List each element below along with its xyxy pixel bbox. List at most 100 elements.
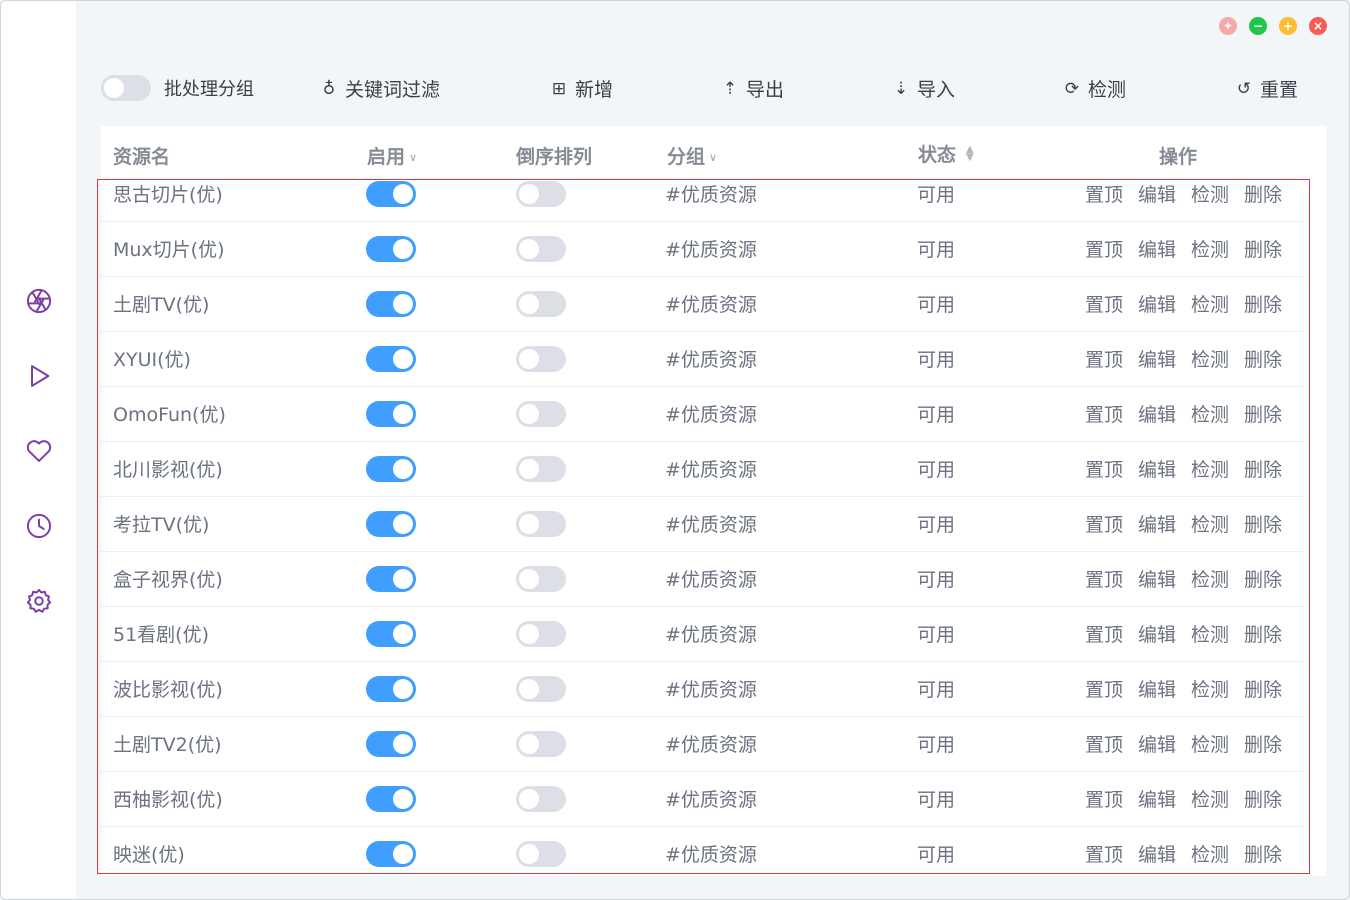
pin-top-button[interactable]: 置顶: [1085, 400, 1123, 427]
header-group[interactable]: 分组 ∨: [667, 142, 717, 169]
delete-button[interactable]: 删除: [1244, 785, 1282, 812]
delete-button[interactable]: 删除: [1244, 675, 1282, 702]
check-row-button[interactable]: 检测: [1191, 730, 1229, 757]
enabled-switch[interactable]: [366, 840, 416, 867]
enabled-switch[interactable]: [366, 730, 416, 757]
delete-button[interactable]: 删除: [1244, 290, 1282, 317]
sort-icon[interactable]: ▲ ▼: [966, 144, 974, 162]
keyword-filter-button[interactable]: ♁ 关键词过滤: [319, 75, 440, 102]
reverse-switch[interactable]: [516, 565, 566, 592]
edit-button[interactable]: 编辑: [1138, 620, 1176, 647]
batch-group-toggle[interactable]: 批处理分组: [101, 75, 254, 101]
delete-button[interactable]: 删除: [1244, 345, 1282, 372]
check-row-button[interactable]: 检测: [1191, 345, 1229, 372]
enabled-switch[interactable]: [366, 510, 416, 537]
check-row-button[interactable]: 检测: [1191, 840, 1229, 867]
edit-button[interactable]: 编辑: [1138, 345, 1176, 372]
reverse-switch[interactable]: [516, 730, 566, 757]
enabled-switch[interactable]: [366, 620, 416, 647]
check-row-button[interactable]: 检测: [1191, 180, 1229, 207]
reverse-switch[interactable]: [516, 235, 566, 262]
edit-button[interactable]: 编辑: [1138, 290, 1176, 317]
aperture-icon[interactable]: [25, 287, 53, 315]
pin-top-button[interactable]: 置顶: [1085, 785, 1123, 812]
delete-button[interactable]: 删除: [1244, 180, 1282, 207]
enabled-switch[interactable]: [366, 180, 416, 207]
reverse-switch[interactable]: [516, 400, 566, 427]
reverse-switch[interactable]: [516, 510, 566, 537]
edit-button[interactable]: 编辑: [1138, 730, 1176, 757]
edit-button[interactable]: 编辑: [1138, 180, 1176, 207]
pin-top-button[interactable]: 置顶: [1085, 840, 1123, 867]
pin-top-button[interactable]: 置顶: [1085, 235, 1123, 262]
delete-button[interactable]: 删除: [1244, 235, 1282, 262]
reverse-switch[interactable]: [516, 675, 566, 702]
pin-top-button[interactable]: 置顶: [1085, 675, 1123, 702]
reverse-switch[interactable]: [516, 840, 566, 867]
enabled-switch[interactable]: [366, 235, 416, 262]
play-icon[interactable]: [25, 362, 53, 390]
import-button[interactable]: ⇣ 导入: [891, 75, 955, 102]
delete-button[interactable]: 删除: [1244, 730, 1282, 757]
enabled-switch[interactable]: [366, 785, 416, 812]
batch-switch[interactable]: [101, 75, 151, 101]
heart-icon[interactable]: [25, 437, 53, 465]
check-row-button[interactable]: 检测: [1191, 510, 1229, 537]
edit-button[interactable]: 编辑: [1138, 510, 1176, 537]
enabled-switch[interactable]: [366, 345, 416, 372]
pin-top-button[interactable]: 置顶: [1085, 345, 1123, 372]
reverse-switch[interactable]: [516, 180, 566, 207]
close-icon[interactable]: ×: [1309, 17, 1327, 35]
enabled-switch[interactable]: [366, 455, 416, 482]
delete-button[interactable]: 删除: [1244, 455, 1282, 482]
check-row-button[interactable]: 检测: [1191, 455, 1229, 482]
add-button[interactable]: ⊞ 新增: [549, 75, 613, 102]
check-row-button[interactable]: 检测: [1191, 235, 1229, 262]
pin-top-button[interactable]: 置顶: [1085, 455, 1123, 482]
check-row-button[interactable]: 检测: [1191, 400, 1229, 427]
maximize-icon[interactable]: +: [1279, 17, 1297, 35]
check-row-button[interactable]: 检测: [1191, 565, 1229, 592]
pin-top-button[interactable]: 置顶: [1085, 730, 1123, 757]
pin-top-button[interactable]: 置顶: [1085, 510, 1123, 537]
delete-button[interactable]: 删除: [1244, 510, 1282, 537]
minimize-icon[interactable]: −: [1249, 17, 1267, 35]
delete-button[interactable]: 删除: [1244, 400, 1282, 427]
enabled-switch[interactable]: [366, 400, 416, 427]
edit-button[interactable]: 编辑: [1138, 235, 1176, 262]
enabled-switch[interactable]: [366, 675, 416, 702]
reverse-switch[interactable]: [516, 455, 566, 482]
edit-button[interactable]: 编辑: [1138, 400, 1176, 427]
check-row-button[interactable]: 检测: [1191, 290, 1229, 317]
edit-button[interactable]: 编辑: [1138, 455, 1176, 482]
check-row-button[interactable]: 检测: [1191, 785, 1229, 812]
reverse-switch[interactable]: [516, 785, 566, 812]
clock-icon[interactable]: [25, 512, 53, 540]
reverse-switch[interactable]: [516, 345, 566, 372]
export-button[interactable]: ⇡ 导出: [720, 75, 784, 102]
check-row-button[interactable]: 检测: [1191, 675, 1229, 702]
edit-button[interactable]: 编辑: [1138, 565, 1176, 592]
pin-top-button[interactable]: 置顶: [1085, 620, 1123, 647]
edit-button[interactable]: 编辑: [1138, 840, 1176, 867]
reverse-switch[interactable]: [516, 620, 566, 647]
enabled-switch[interactable]: [366, 290, 416, 317]
edit-button[interactable]: 编辑: [1138, 675, 1176, 702]
header-enabled[interactable]: 启用 ∨: [367, 142, 417, 169]
check-button[interactable]: ⟳ 检测: [1062, 75, 1126, 102]
pin-top-button[interactable]: 置顶: [1085, 180, 1123, 207]
enabled-switch[interactable]: [366, 565, 416, 592]
reverse-switch[interactable]: [516, 290, 566, 317]
header-status[interactable]: 状态 ▲ ▼: [918, 140, 974, 167]
pin-icon[interactable]: ✦: [1219, 17, 1237, 35]
delete-button[interactable]: 删除: [1244, 840, 1282, 867]
delete-button[interactable]: 删除: [1244, 620, 1282, 647]
delete-button[interactable]: 删除: [1244, 565, 1282, 592]
table-row: 土剧TV2(优) #优质资源 可用 置顶 编辑 检测 删除: [101, 716, 1304, 772]
reset-button[interactable]: ↺ 重置: [1234, 75, 1298, 102]
pin-top-button[interactable]: 置顶: [1085, 290, 1123, 317]
edit-button[interactable]: 编辑: [1138, 785, 1176, 812]
gear-icon[interactable]: [25, 587, 53, 615]
pin-top-button[interactable]: 置顶: [1085, 565, 1123, 592]
check-row-button[interactable]: 检测: [1191, 620, 1229, 647]
